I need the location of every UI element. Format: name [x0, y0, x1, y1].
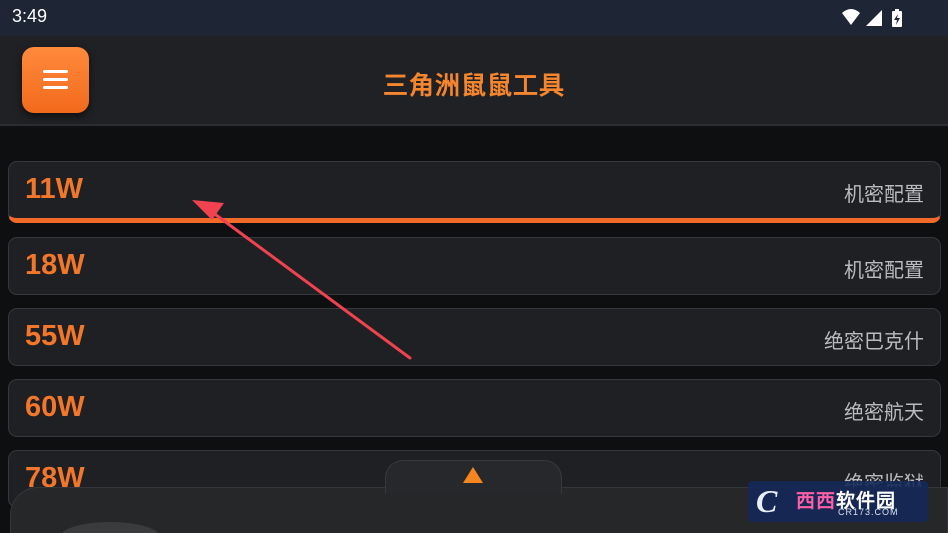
power-value: 55W [25, 320, 85, 352]
watermark-domain: CR173.COM [838, 507, 899, 517]
battery-charging-icon [892, 9, 902, 27]
status-bar: 3:49 [0, 0, 948, 36]
power-value: 18W [25, 249, 85, 281]
watermark-letter: C [756, 483, 778, 519]
config-label: 绝密航天 [844, 400, 924, 424]
watermark-logo: C 西西软件园 CR173.COM [748, 481, 928, 522]
triangle-up-icon[interactable] [463, 467, 483, 483]
power-value: 11W [25, 173, 84, 205]
config-label: 机密配置 [844, 258, 924, 282]
list-item-18w[interactable]: 18W 机密配置 [8, 237, 941, 295]
app-bar: 三角洲鼠鼠工具 [0, 36, 948, 126]
config-label: 机密配置 [844, 182, 924, 206]
status-icons [842, 9, 902, 27]
app-title: 三角洲鼠鼠工具 [382, 71, 565, 100]
list-item-55w[interactable]: 55W 绝密巴克什 [8, 308, 941, 366]
wifi-icon [842, 9, 860, 25]
list-item-11w[interactable]: 11W 机密配置 [8, 161, 941, 223]
power-value: 60W [25, 391, 85, 423]
status-time: 3:49 [12, 6, 48, 26]
config-label: 绝密巴克什 [824, 329, 924, 353]
list-item-60w[interactable]: 60W 绝密航天 [8, 379, 941, 437]
signal-icon [866, 10, 882, 26]
